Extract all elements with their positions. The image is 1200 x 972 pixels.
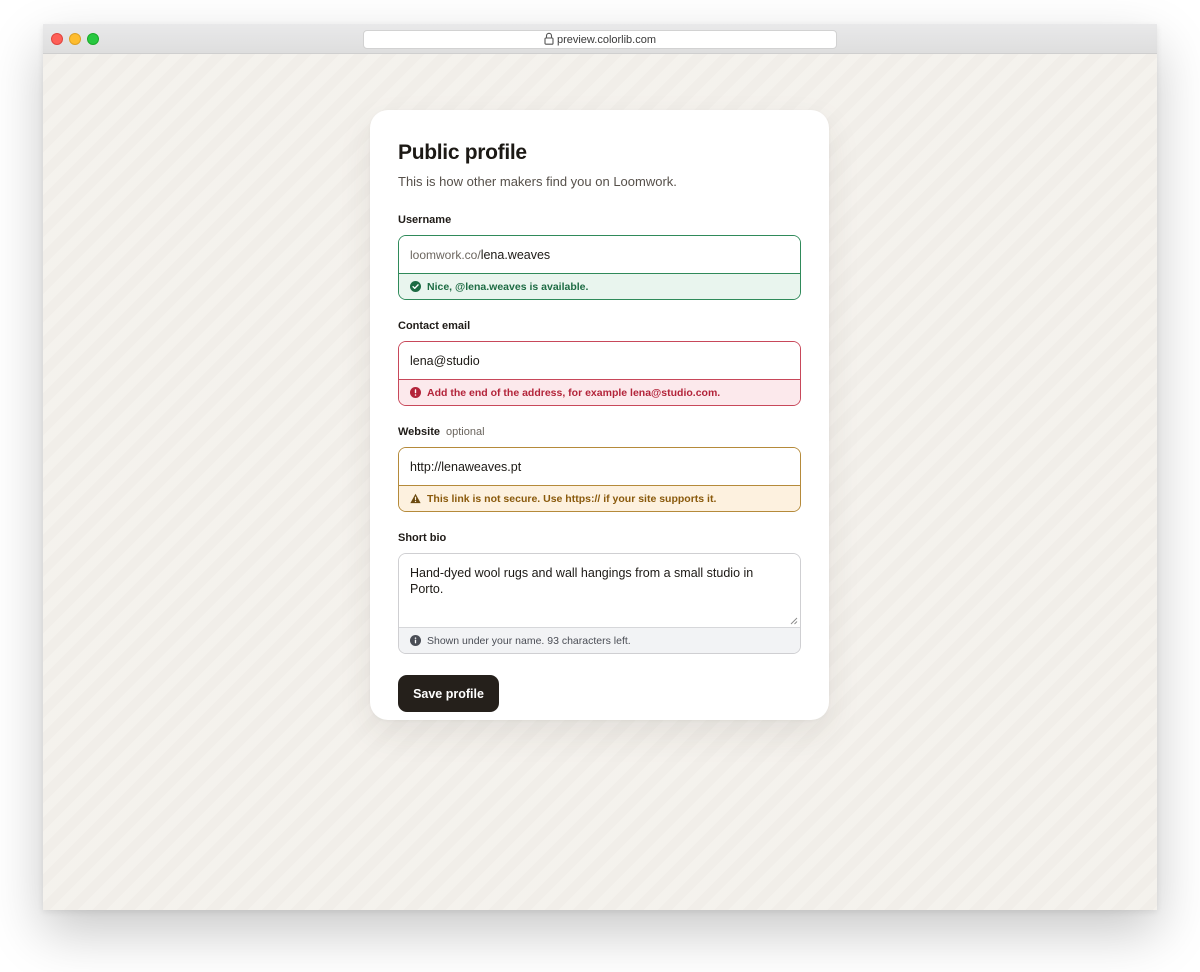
username-success-message: Nice, @lena.weaves is available. <box>399 273 800 299</box>
website-message-text: This link is not secure. Use https:// if… <box>427 492 717 505</box>
username-field-group: Username loomwork.co/ lena.weaves Nice, … <box>398 214 801 300</box>
website-label-text: Website <box>398 426 440 438</box>
bio-box: Hand-dyed wool rugs and wall hangings fr… <box>398 553 801 654</box>
page-subtitle: This is how other makers find you on Loo… <box>398 174 677 189</box>
username-box: loomwork.co/ lena.weaves Nice, @lena.wea… <box>398 235 801 300</box>
info-circle-icon <box>410 635 421 646</box>
website-field-group: Website optional http://lenaweaves.pt Th… <box>398 426 801 512</box>
username-message-text: Nice, @lena.weaves is available. <box>427 280 589 293</box>
profile-card: Public profile This is how other makers … <box>370 110 829 720</box>
alert-circle-icon <box>410 387 421 398</box>
username-label: Username <box>398 214 801 227</box>
page-viewport: Public profile This is how other makers … <box>43 54 1157 910</box>
check-circle-icon <box>410 281 421 292</box>
email-input[interactable]: lena@studio <box>399 342 800 379</box>
url-text: preview.colorlib.com <box>556 33 657 46</box>
email-value: lena@studio <box>410 353 480 368</box>
warning-triangle-icon <box>410 493 421 504</box>
bio-textarea[interactable]: Hand-dyed wool rugs and wall hangings fr… <box>399 554 800 627</box>
lock-icon <box>544 32 554 45</box>
email-message-text: Add the end of the address, for example … <box>427 386 721 399</box>
username-input[interactable]: loomwork.co/ lena.weaves <box>399 236 800 273</box>
website-input[interactable]: http://lenaweaves.pt <box>399 448 800 485</box>
address-bar[interactable]: preview.colorlib.com <box>363 30 837 49</box>
close-window-button[interactable] <box>51 33 63 45</box>
bio-value: Hand-dyed wool rugs and wall hangings fr… <box>410 566 754 596</box>
website-warning-message: This link is not secure. Use https:// if… <box>399 485 800 511</box>
bio-label-text: Short bio <box>398 532 447 544</box>
email-box: lena@studio Add the end of the address, … <box>398 341 801 406</box>
bio-info-message: Shown under your name. 93 characters lef… <box>399 627 800 653</box>
website-label: Website optional <box>398 426 801 439</box>
username-prefix: loomwork.co/ <box>410 247 481 262</box>
website-value: http://lenaweaves.pt <box>410 459 522 474</box>
email-label: Contact email <box>398 320 801 333</box>
save-profile-button[interactable]: Save profile <box>398 675 499 712</box>
website-box: http://lenaweaves.pt This link is not se… <box>398 447 801 512</box>
maximize-window-button[interactable] <box>87 33 99 45</box>
email-error-message: Add the end of the address, for example … <box>399 379 800 405</box>
resize-handle-icon[interactable] <box>790 617 798 625</box>
page-title: Public profile <box>398 141 527 164</box>
username-value: lena.weaves <box>480 247 551 262</box>
browser-titlebar: preview.colorlib.com <box>43 24 1157 54</box>
minimize-window-button[interactable] <box>69 33 81 45</box>
bio-label: Short bio <box>398 532 801 545</box>
bio-field-group: Short bio Hand-dyed wool rugs and wall h… <box>398 532 801 654</box>
bio-message-text: Shown under your name. 93 characters lef… <box>427 634 631 647</box>
optional-tag: optional <box>445 426 485 438</box>
username-label-text: Username <box>398 214 452 226</box>
email-label-text: Contact email <box>398 320 471 332</box>
email-field-group: Contact email lena@studio Add the end of… <box>398 320 801 406</box>
browser-window: preview.colorlib.com Public profile This… <box>43 24 1157 910</box>
